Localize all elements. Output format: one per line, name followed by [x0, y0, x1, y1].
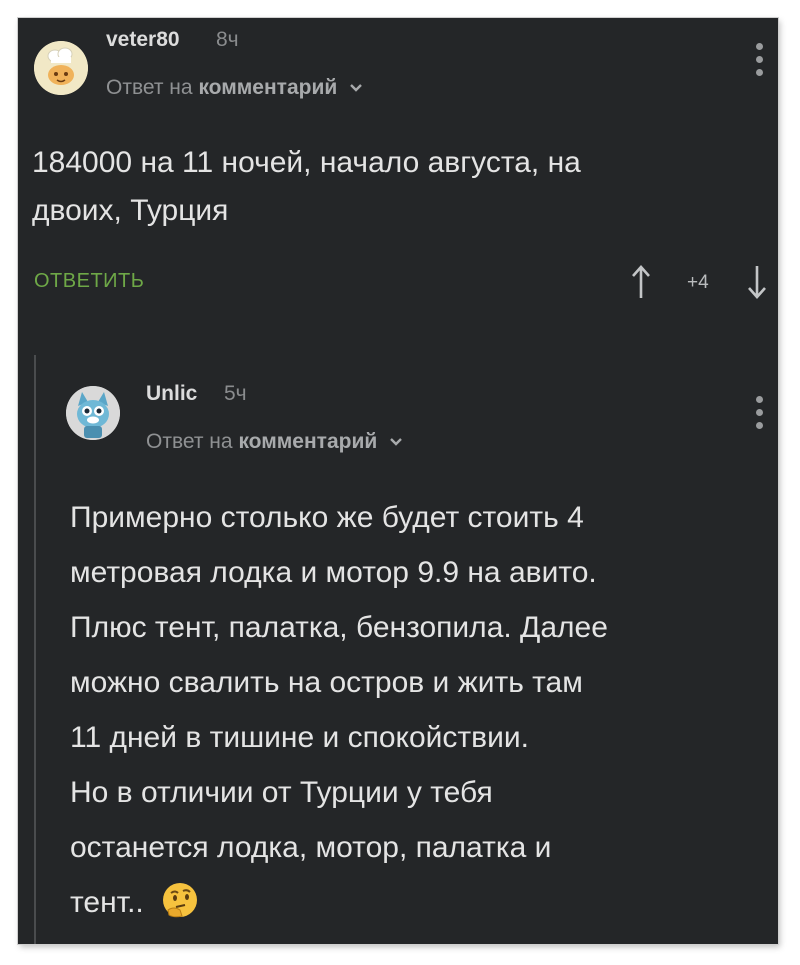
avatar[interactable] — [34, 41, 88, 95]
text-line: 11 дней в тишине и спокойствии. — [70, 721, 529, 754]
text-line-last: тент.. — [70, 875, 770, 930]
more-vertical-icon[interactable] — [754, 396, 766, 436]
reply-to-link[interactable]: Ответ на комментарий — [106, 76, 363, 100]
reply-to-prefix: Ответ на — [146, 430, 233, 453]
username[interactable]: veter80 — [106, 28, 180, 52]
text-line: Но в отличии от Турции у тебя — [70, 776, 493, 809]
reply-to-target: комментарий — [198, 76, 338, 99]
chevron-down-icon — [350, 84, 362, 93]
rating-counter: +4 — [687, 272, 709, 293]
text-line: 184000 на 11 ночей, начало августа, на — [32, 146, 581, 179]
chef-avatar-icon — [34, 41, 88, 95]
cat-avatar-icon — [66, 386, 120, 440]
chevron-down-icon — [390, 438, 402, 447]
arrow-up-icon[interactable] — [630, 264, 652, 300]
thread-indent-line — [34, 355, 36, 944]
text-line: метровая лодка и мотор 9.9 на авито. — [70, 556, 597, 589]
text-line: можно свалить на остров и жить там — [70, 666, 583, 699]
text-line: Примерно столько же будет стоить 4 — [70, 501, 584, 534]
arrow-down-icon[interactable] — [746, 264, 768, 300]
text-line: останется лодка, мотор, палатка и — [70, 831, 552, 864]
comment-thread: veter80 8ч Ответ на комментарий 184000 н… — [18, 18, 778, 944]
reply-to-target: комментарий — [238, 430, 378, 453]
text-line: двоих, Турция — [32, 194, 229, 227]
comment-text: 184000 на 11 ночей, начало августа, на д… — [32, 136, 772, 238]
reply-to-link[interactable]: Ответ на комментарий — [146, 430, 403, 454]
timestamp: 5ч — [224, 382, 247, 405]
text-line: тент.. — [70, 886, 144, 919]
comment-text: Примерно столько же будет стоить 4 метро… — [70, 490, 770, 930]
reply-to-prefix: Ответ на — [106, 76, 193, 99]
timestamp: 8ч — [216, 28, 239, 51]
thinking-face-emoji — [163, 883, 198, 918]
username[interactable]: Unlic — [146, 382, 197, 406]
avatar[interactable] — [66, 386, 120, 440]
reply-button[interactable]: ОТВЕТИТЬ — [34, 270, 144, 293]
text-line: Плюс тент, палатка, бензопила. Далее — [70, 611, 608, 644]
more-vertical-icon[interactable] — [754, 43, 766, 83]
